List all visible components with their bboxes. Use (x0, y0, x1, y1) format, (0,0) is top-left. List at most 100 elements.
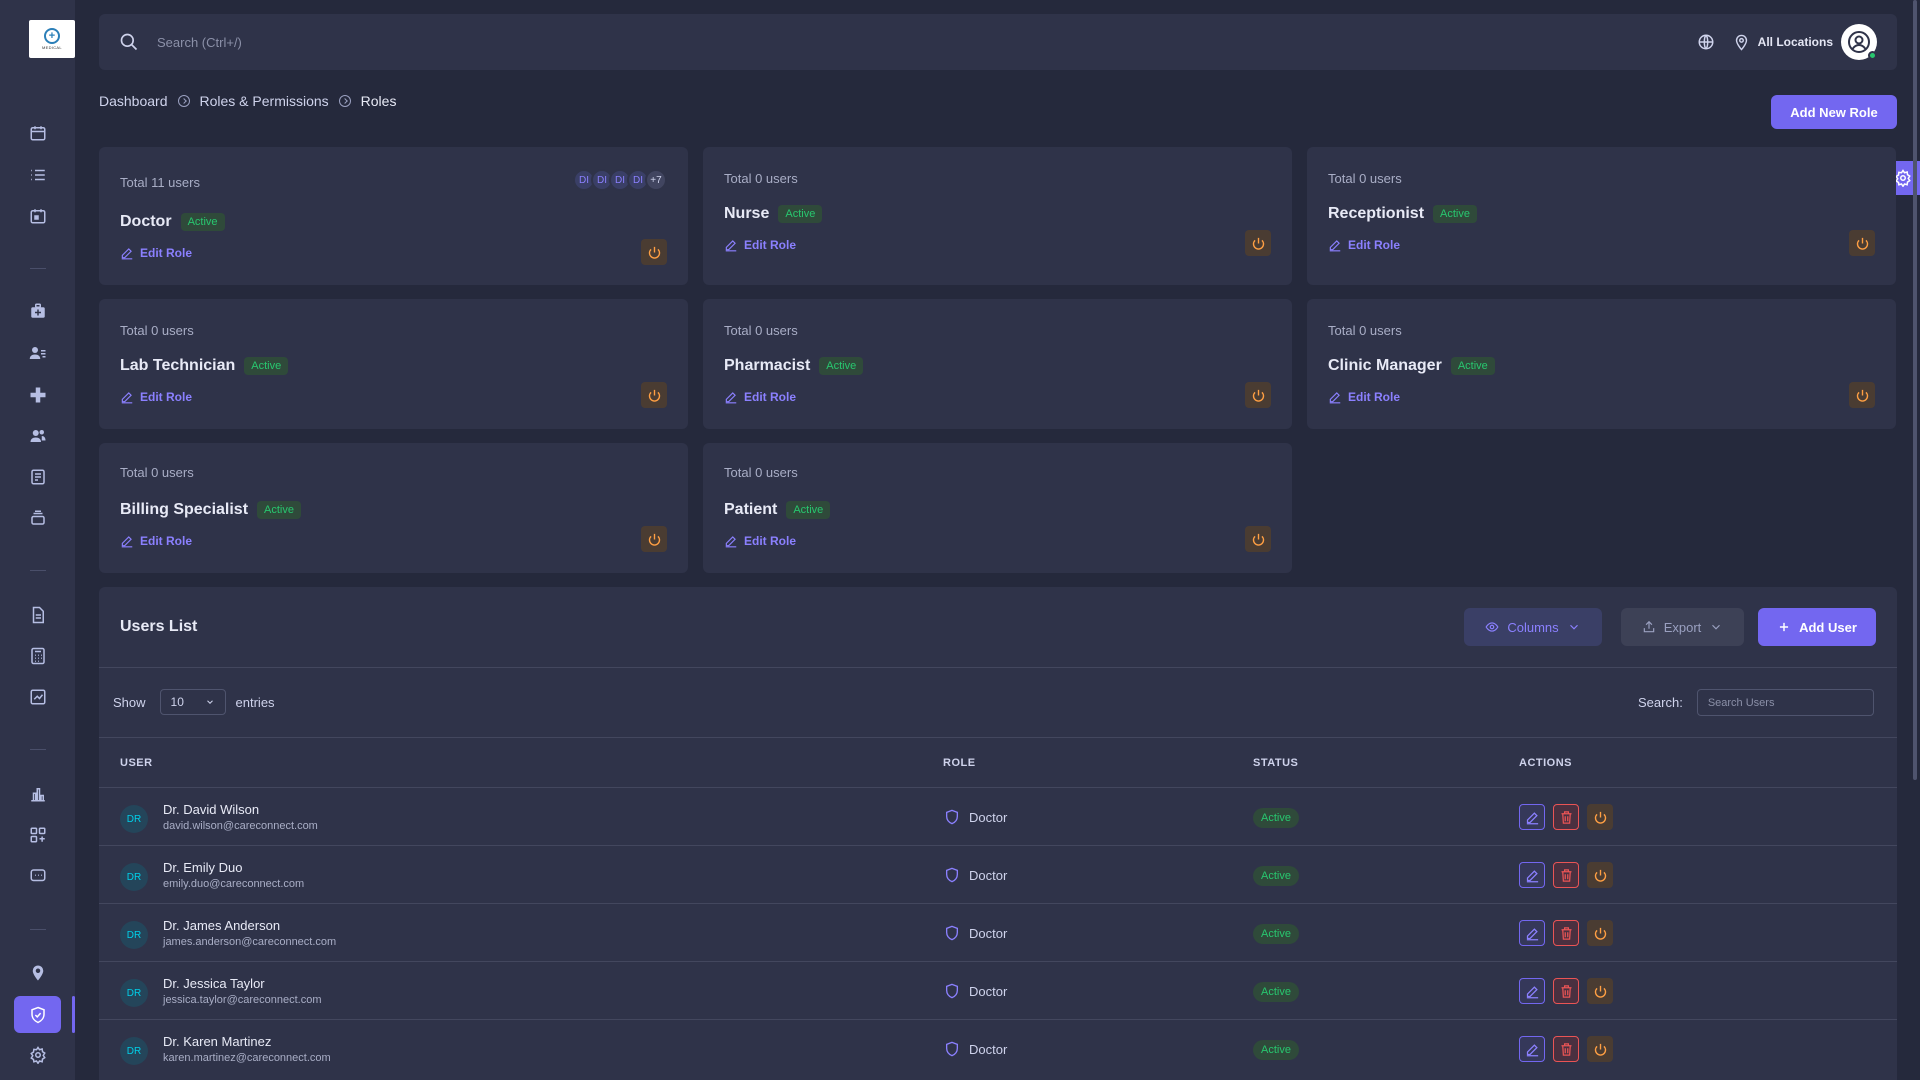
trash-icon (1561, 984, 1571, 998)
power-icon (1594, 1043, 1606, 1056)
column-header-status[interactable]: STATUS (1253, 757, 1298, 769)
edit-role-link[interactable]: Edit Role (724, 534, 796, 548)
user-name[interactable]: Dr. James Anderson (163, 918, 280, 933)
search-users-input[interactable] (1696, 689, 1874, 716)
edit-user-button[interactable] (1519, 862, 1545, 888)
breadcrumb-roles-permissions[interactable]: Roles & Permissions (200, 93, 329, 109)
pencil-icon (1526, 985, 1538, 998)
shield-check-icon[interactable] (14, 996, 61, 1033)
edit-role-link[interactable]: Edit Role (724, 390, 796, 404)
columns-button[interactable]: Columns (1464, 608, 1602, 646)
toggle-role-button[interactable] (1245, 230, 1271, 256)
toggle-role-button[interactable] (641, 239, 667, 265)
user-name[interactable]: Dr. David Wilson (163, 802, 259, 817)
active-indicator (72, 996, 75, 1033)
eye-icon (1485, 622, 1499, 632)
user-list-icon[interactable] (26, 341, 50, 365)
toggle-user-button[interactable] (1587, 920, 1613, 946)
chevron-down-icon (1712, 624, 1721, 630)
toggle-role-button[interactable] (641, 526, 667, 552)
role-name: Doctor Active (120, 213, 225, 231)
calendar-icon[interactable] (26, 121, 50, 145)
stack-icon[interactable] (26, 506, 50, 530)
users-group-icon[interactable] (26, 424, 50, 448)
medical-plus-icon[interactable] (26, 383, 50, 407)
delete-user-button[interactable] (1553, 920, 1579, 946)
bar-chart-icon[interactable] (26, 782, 50, 806)
role-title: Clinic Manager (1328, 357, 1442, 374)
role-card-receptionist: Total 0 users Receptionist Active Edit R… (1307, 147, 1896, 285)
toggle-user-button[interactable] (1587, 862, 1613, 888)
table-row: DR Dr. Emily Duo emily.duo@careconnect.c… (99, 845, 1897, 903)
edit-role-link[interactable]: Edit Role (120, 390, 192, 404)
breadcrumb: Dashboard Roles & Permissions Roles (99, 93, 396, 109)
delete-user-button[interactable] (1553, 978, 1579, 1004)
toggle-role-button[interactable] (641, 382, 667, 408)
role-user-avatars[interactable]: DI DI DI DI +7 (573, 169, 667, 191)
role-title: Patient (724, 501, 778, 518)
calculator-icon[interactable] (26, 644, 50, 668)
chevron-down-icon (206, 700, 213, 704)
toggle-user-button[interactable] (1587, 978, 1613, 1004)
calendar-event-icon[interactable] (26, 204, 50, 228)
edit-role-link[interactable]: Edit Role (1328, 390, 1400, 404)
page-scrollbar[interactable] (1913, 0, 1917, 780)
edit-role-link[interactable]: Edit Role (120, 246, 192, 260)
user-role: Doctor (944, 809, 1007, 825)
export-button[interactable]: Export (1621, 608, 1744, 646)
globe-icon[interactable] (1697, 33, 1715, 51)
users-list-title: Users List (120, 618, 198, 635)
edit-user-button[interactable] (1519, 1036, 1545, 1062)
toggle-user-button[interactable] (1587, 1036, 1613, 1062)
gear-icon[interactable] (26, 1043, 50, 1067)
edit-user-button[interactable] (1519, 804, 1545, 830)
search-icon[interactable] (119, 32, 139, 52)
edit-role-link[interactable]: Edit Role (724, 238, 796, 252)
breadcrumb-roles: Roles (360, 93, 397, 109)
global-search-input[interactable]: Search (Ctrl+/) (157, 35, 242, 50)
role-total-users: Total 0 users (724, 171, 798, 186)
pencil-icon (725, 392, 737, 404)
pencil-icon (121, 536, 133, 548)
role-name: Pharmacist Active (724, 357, 864, 375)
user-name[interactable]: Dr. Karen Martinez (163, 1034, 271, 1049)
status-badge: Active (257, 501, 301, 519)
document-icon[interactable] (26, 603, 50, 627)
delete-user-button[interactable] (1553, 1036, 1579, 1062)
map-pin-icon[interactable] (26, 961, 50, 985)
chart-line-icon[interactable] (26, 685, 50, 709)
edit-role-label: Edit Role (744, 534, 797, 548)
toggle-user-button[interactable] (1587, 804, 1613, 830)
role-name: Lab Technician Active (120, 357, 289, 375)
toggle-role-button[interactable] (1245, 382, 1271, 408)
toggle-role-button[interactable] (1849, 230, 1875, 256)
apps-grid-icon[interactable] (26, 823, 50, 847)
status-badge: Active (1253, 808, 1299, 828)
chat-icon[interactable] (26, 864, 50, 888)
edit-role-label: Edit Role (744, 390, 797, 404)
add-new-role-button[interactable]: Add New Role (1771, 95, 1897, 129)
user-avatar[interactable] (1841, 24, 1877, 60)
user-name[interactable]: Dr. Emily Duo (163, 860, 242, 875)
column-header-role[interactable]: ROLE (943, 757, 976, 769)
topbar-right: All Locations (1697, 24, 1877, 60)
user-name[interactable]: Dr. Jessica Taylor (163, 976, 265, 991)
first-aid-kit-icon[interactable] (26, 299, 50, 323)
add-user-button[interactable]: Add User (1758, 608, 1876, 646)
delete-user-button[interactable] (1553, 804, 1579, 830)
page-size-select[interactable]: 10 (159, 689, 226, 715)
location-selector[interactable]: All Locations (1758, 35, 1833, 49)
list-icon[interactable] (26, 163, 50, 187)
toggle-role-button[interactable] (1849, 382, 1875, 408)
edit-role-link[interactable]: Edit Role (120, 534, 192, 548)
app-logo[interactable]: + MEDICAL (29, 20, 75, 58)
toggle-role-button[interactable] (1245, 526, 1271, 552)
edit-user-button[interactable] (1519, 920, 1545, 946)
delete-user-button[interactable] (1553, 862, 1579, 888)
edit-user-button[interactable] (1519, 978, 1545, 1004)
location-pin-icon[interactable] (1733, 34, 1750, 51)
breadcrumb-dashboard[interactable]: Dashboard (99, 93, 168, 109)
column-header-user[interactable]: USER (120, 757, 153, 769)
report-icon[interactable] (26, 465, 50, 489)
edit-role-link[interactable]: Edit Role (1328, 238, 1400, 252)
